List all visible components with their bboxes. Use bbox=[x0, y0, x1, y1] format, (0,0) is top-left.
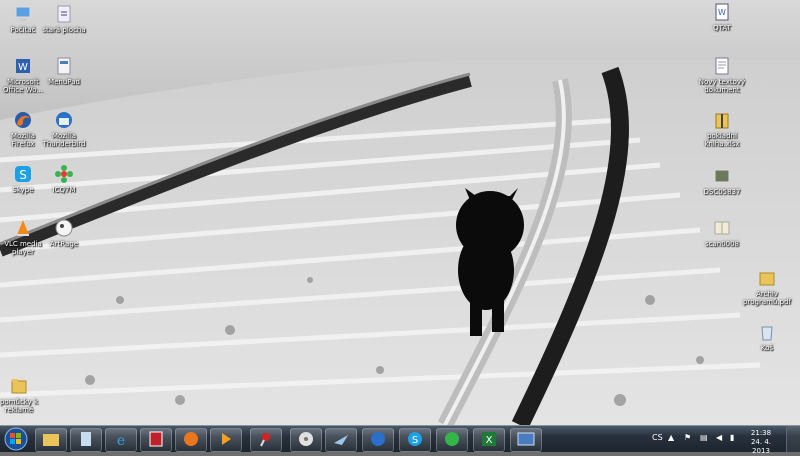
cd-icon bbox=[299, 432, 313, 446]
icq-icon bbox=[445, 432, 459, 446]
explorer-icon bbox=[43, 434, 59, 446]
clock-date: 24. 4. 2013 bbox=[750, 438, 772, 455]
pin-icon bbox=[260, 433, 270, 447]
taskbar-media-player[interactable] bbox=[210, 428, 242, 452]
excel-icon: X bbox=[482, 432, 496, 446]
archive-icon bbox=[715, 113, 729, 129]
recycle-bin-icon bbox=[761, 326, 773, 341]
desktop-icon-label: ArtRage bbox=[49, 240, 79, 248]
desktop-icon-label: pokladní kniha.xlsx bbox=[704, 132, 740, 148]
desktop-icon-artrage[interactable]: ArtRage bbox=[37, 218, 91, 248]
taskbar-excel[interactable]: X bbox=[473, 428, 505, 452]
svg-text:X: X bbox=[486, 435, 493, 446]
desktop-icon-label: MenuPad bbox=[48, 78, 80, 86]
desktop-icon-label: scan0008 bbox=[704, 240, 740, 248]
firefox-icon bbox=[15, 112, 31, 128]
taskbar-firefox[interactable] bbox=[175, 428, 207, 452]
show-desktop-button[interactable] bbox=[786, 426, 800, 452]
book-icon bbox=[714, 221, 730, 235]
desktop-icon-label: pomůcky k reklamě bbox=[0, 398, 39, 414]
desktop-icon-label: QTAT bbox=[713, 24, 731, 32]
taskbar-desktop-window[interactable] bbox=[510, 428, 542, 452]
svg-text:S: S bbox=[412, 435, 418, 446]
taskbar-icq[interactable] bbox=[436, 428, 468, 452]
desktop-icon-old-desktop[interactable]: stará plocha bbox=[37, 4, 91, 34]
taskbar-explorer[interactable] bbox=[35, 428, 67, 452]
skype-icon: S bbox=[408, 432, 422, 446]
notepad-icon bbox=[81, 432, 91, 446]
svg-text:W: W bbox=[18, 62, 28, 73]
taskbar-pin-app[interactable] bbox=[250, 428, 282, 452]
desktop-icon-label: stará plocha bbox=[42, 26, 86, 34]
computer-icon bbox=[15, 6, 31, 21]
desktop-icon-label: Koš bbox=[760, 344, 774, 352]
svg-text:e: e bbox=[117, 433, 125, 447]
desktop-icon-photo[interactable]: DSC05837 bbox=[695, 166, 749, 196]
flag-icon[interactable]: ⚑ bbox=[684, 433, 691, 442]
desktop-icon-folder[interactable]: pomůcky k reklamě bbox=[0, 376, 46, 414]
folder-shortcut-icon bbox=[57, 5, 71, 23]
desktop-icon-icq[interactable]: ICQ7M bbox=[37, 164, 91, 194]
icq-icon bbox=[55, 165, 73, 183]
desktop-icon-menupad[interactable]: MenuPad bbox=[37, 56, 91, 86]
taskbar-cd-app[interactable] bbox=[290, 428, 322, 452]
taskbar-red-app[interactable] bbox=[140, 428, 172, 452]
document-icon bbox=[57, 57, 71, 75]
firefox-icon bbox=[184, 432, 198, 446]
thunderbird-icon bbox=[371, 432, 385, 446]
clock-time: 21:38 bbox=[750, 429, 772, 437]
folder-icon bbox=[759, 272, 775, 286]
text-doc-icon bbox=[715, 57, 729, 75]
taskbar-ie[interactable]: e bbox=[105, 428, 137, 452]
desktop-icon-archive[interactable]: pokladní kniha.xlsx bbox=[695, 110, 749, 148]
network-icon[interactable]: ▤ bbox=[700, 433, 708, 442]
desktop-icon-label: DSC05837 bbox=[703, 188, 741, 196]
vlc-icon bbox=[17, 220, 29, 236]
artrage-icon bbox=[55, 219, 73, 237]
desktop-icon-label: Nový textový dokument bbox=[698, 78, 746, 94]
desktop-icon-programs[interactable]: Archiv programů.pdf bbox=[740, 268, 794, 306]
photo-icon bbox=[714, 169, 730, 183]
ie-icon: e bbox=[117, 433, 125, 447]
word-icon: W bbox=[16, 59, 30, 73]
volume-icon[interactable]: ◀ bbox=[716, 433, 722, 442]
taskbar-skype[interactable]: S bbox=[399, 428, 431, 452]
desktop-icon-qtat[interactable]: W QTAT bbox=[695, 2, 749, 32]
taskbar-thunderbird[interactable] bbox=[362, 428, 394, 452]
desktop-icon-new-text[interactable]: Nový textový dokument bbox=[695, 56, 749, 94]
taskbar: e S X CS ▲ ⚑ ▤ ◀ ▮ 21:38 24. 4. 2013 bbox=[0, 425, 800, 455]
clock[interactable]: 21:38 24. 4. 2013 bbox=[744, 429, 778, 456]
desktop-icon-label: ICQ7M bbox=[52, 186, 76, 194]
desktop-window-icon bbox=[517, 432, 535, 446]
desktop-icon-label: Mozilla Thunderbird bbox=[42, 132, 86, 148]
media-player-icon bbox=[222, 433, 231, 445]
language-indicator[interactable]: CS bbox=[652, 433, 663, 442]
mercury-icon bbox=[334, 435, 348, 445]
chevron-up-icon[interactable]: ▲ bbox=[668, 433, 674, 442]
desktop-icon-label: Archiv programů.pdf bbox=[743, 290, 791, 306]
folder-icon bbox=[11, 379, 27, 394]
desktop-wallpaper bbox=[0, 0, 800, 425]
taskbar-mercury[interactable] bbox=[325, 428, 357, 452]
start-button[interactable] bbox=[3, 427, 29, 451]
skype-icon: S bbox=[15, 166, 31, 182]
power-icon[interactable]: ▮ bbox=[730, 433, 734, 442]
red-app-icon bbox=[149, 431, 163, 447]
thunderbird-icon bbox=[56, 112, 72, 128]
taskbar-notepad[interactable] bbox=[70, 428, 102, 452]
svg-text:W: W bbox=[718, 8, 726, 17]
desktop-icon-scan[interactable]: scan0008 bbox=[695, 218, 749, 248]
word-doc-icon: W bbox=[715, 3, 729, 21]
desktop-icon-recycle-bin[interactable]: Koš bbox=[740, 322, 794, 352]
desktop-icon-thunderbird[interactable]: Mozilla Thunderbird bbox=[37, 110, 91, 148]
svg-text:S: S bbox=[19, 168, 27, 182]
